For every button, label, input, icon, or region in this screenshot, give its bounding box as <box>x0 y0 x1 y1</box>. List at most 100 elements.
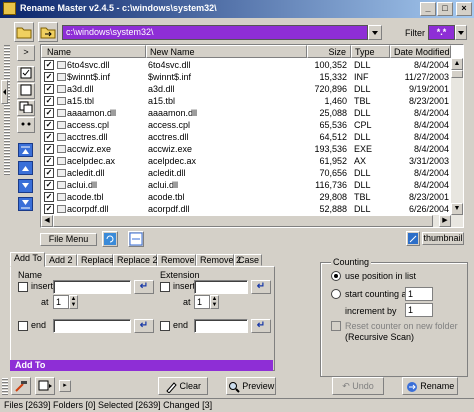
close-button[interactable]: × <box>456 2 472 16</box>
check-all-button[interactable] <box>17 66 35 82</box>
extension-at-spinner[interactable]: ▲ ▼ <box>210 295 219 309</box>
filter-field[interactable]: *.* <box>428 25 455 40</box>
extension-end-apply-button[interactable]: ↵ <box>251 319 271 333</box>
tab-remove-2[interactable]: Remove 2 <box>196 254 241 266</box>
table-row[interactable]: ✓ aaaamon.dll aaaamon.dll 25,088 DLL 8/4/2004 <box>41 107 451 119</box>
row-checkbox[interactable]: ✓ <box>44 72 54 82</box>
maximize-button[interactable]: □ <box>437 2 453 16</box>
table-row[interactable]: ✓ $winnt$.inf $winnt$.inf 15,332 INF 11/27/20… <box>41 71 451 83</box>
name-end-apply-button[interactable]: ↵ <box>134 319 154 333</box>
name-at-spinner[interactable]: ▲ ▼ <box>69 295 78 309</box>
table-row[interactable]: ✓ a3d.dll a3d.dll 720,896 DLL 9/19/2001 <box>41 83 451 95</box>
row-checkbox[interactable]: ✓ <box>44 156 54 166</box>
select-options-button[interactable] <box>128 231 144 247</box>
toggle-button[interactable] <box>17 117 35 133</box>
name-at-input[interactable]: 1 <box>53 295 69 309</box>
row-checkbox[interactable]: ✓ <box>44 144 54 154</box>
horizontal-scrollbar[interactable]: ◀ ▶ <box>41 215 451 227</box>
tab-remove[interactable]: Remove <box>157 254 196 266</box>
row-checkbox[interactable]: ✓ <box>44 192 54 202</box>
vertical-scrollbar[interactable]: ▲ ▼ <box>451 58 463 227</box>
thumbnail-toggle[interactable] <box>406 231 420 246</box>
clear-button[interactable]: Clear <box>158 377 208 395</box>
name-insert-input[interactable] <box>53 280 131 294</box>
move-up-button[interactable] <box>18 161 33 175</box>
extension-insert-input[interactable] <box>194 280 248 294</box>
left-toolbar-gripper[interactable] <box>4 45 10 175</box>
refresh-button[interactable] <box>102 231 118 247</box>
row-checkbox[interactable]: ✓ <box>44 108 54 118</box>
scroll-up-button[interactable]: ▲ <box>451 58 463 70</box>
file-menu-button[interactable]: File Menu <box>40 233 97 246</box>
row-checkbox[interactable]: ✓ <box>44 84 54 94</box>
scroll-down-button[interactable]: ▼ <box>451 203 463 215</box>
row-checkbox[interactable]: ✓ <box>44 96 54 106</box>
tools-button[interactable] <box>11 377 31 395</box>
tab-add-2[interactable]: Add 2 <box>45 254 77 266</box>
name-insert-apply-button[interactable]: ↵ <box>134 280 154 294</box>
move-toolbar-button[interactable]: ▸ <box>59 380 71 392</box>
table-row[interactable]: ✓ a15.tbl a15.tbl 1,460 TBL 8/23/2001 <box>41 95 451 107</box>
extension-at-input[interactable]: 1 <box>194 295 210 309</box>
tab-replace[interactable]: Replace <box>77 254 114 266</box>
tab-replace-2[interactable]: Replace 2 <box>113 254 158 266</box>
title-bar[interactable]: Rename Master v2.4.5 - c:\windows\system… <box>0 0 474 18</box>
bottom-toolbar-gripper[interactable] <box>2 377 8 395</box>
table-row[interactable]: ✓ acledit.dll acledit.dll 70,656 DLL 8/4/2004 <box>41 167 451 179</box>
move-top-button[interactable] <box>18 143 33 157</box>
thumbnail-button[interactable]: thumbnail <box>422 232 464 245</box>
uncheck-all-button[interactable] <box>17 83 35 99</box>
use-position-radio[interactable] <box>331 271 341 281</box>
open-folder-button[interactable] <box>14 22 34 42</box>
column-header-type[interactable]: Type <box>351 45 390 58</box>
tab-case[interactable]: Case <box>234 254 262 266</box>
path-dropdown-button[interactable] <box>368 25 382 40</box>
name-insert-checkbox[interactable] <box>18 282 28 292</box>
extension-insert-apply-button[interactable]: ↵ <box>251 280 271 294</box>
table-row[interactable]: ✓ 6to4svc.dll 6to4svc.dll 100,352 DLL 8/4/200… <box>41 59 451 71</box>
column-header-name[interactable]: Name <box>41 45 146 58</box>
table-row[interactable]: ✓ accwiz.exe accwiz.exe 193,536 EXE 8/4/2004 <box>41 143 451 155</box>
row-checkbox[interactable]: ✓ <box>44 132 54 142</box>
start-counting-radio[interactable] <box>331 289 341 299</box>
rename-button[interactable]: Rename <box>402 377 458 395</box>
increment-input[interactable]: 1 <box>405 303 433 317</box>
horizontal-scroll-thumb[interactable] <box>53 215 433 227</box>
move-down-button[interactable] <box>18 179 33 193</box>
scroll-right-button[interactable]: ▶ <box>439 215 451 227</box>
table-row[interactable]: ✓ acorpdf.dll acorpdf.dll 52,888 DLL 6/26/200… <box>41 203 451 215</box>
scroll-left-button[interactable]: ◀ <box>41 215 53 227</box>
row-checkbox[interactable]: ✓ <box>44 204 54 214</box>
minimize-button[interactable]: _ <box>420 2 436 16</box>
row-checkbox[interactable]: ✓ <box>44 168 54 178</box>
column-header-date[interactable]: Date Modified <box>390 45 451 58</box>
left-panel-toggle[interactable] <box>1 80 8 104</box>
reset-counter-checkbox[interactable] <box>331 321 341 331</box>
table-row[interactable]: ✓ aclui.dll aclui.dll 116,736 DLL 8/4/2004 <box>41 179 451 191</box>
path-field[interactable]: c:\windows\system32\ <box>62 25 368 40</box>
table-row[interactable]: ✓ acctres.dll acctres.dll 64,512 DLL 8/4/2004 <box>41 131 451 143</box>
column-header-size[interactable]: Size <box>307 45 351 58</box>
options-button[interactable] <box>35 377 55 395</box>
preview-button[interactable]: Preview <box>226 377 276 395</box>
file-list[interactable]: Name New Name Size Type Date Modified ✓ 6… <box>40 44 464 228</box>
extension-end-input[interactable] <box>194 319 248 333</box>
tab-add-to[interactable]: Add To <box>10 252 45 267</box>
extension-insert-checkbox[interactable] <box>160 282 170 292</box>
extension-end-checkbox[interactable] <box>160 321 170 331</box>
undo-button[interactable]: ↶ Undo <box>332 377 384 395</box>
name-end-input[interactable] <box>53 319 131 333</box>
column-header-new-name[interactable]: New Name <box>146 45 307 58</box>
vertical-scroll-thumb[interactable] <box>451 70 463 78</box>
start-counting-input[interactable]: 1 <box>405 287 433 301</box>
name-end-checkbox[interactable] <box>18 321 28 331</box>
table-row[interactable]: ✓ acode.tbl acode.tbl 29,808 TBL 8/23/2001 <box>41 191 451 203</box>
row-checkbox[interactable]: ✓ <box>44 180 54 190</box>
browse-folder-button[interactable] <box>38 22 58 42</box>
filter-dropdown-button[interactable] <box>455 25 467 40</box>
row-checkbox[interactable]: ✓ <box>44 60 54 70</box>
move-bottom-button[interactable] <box>18 197 33 211</box>
expand-button[interactable]: > <box>17 45 35 61</box>
table-row[interactable]: ✓ acelpdec.ax acelpdec.ax 61,952 AX 3/31/2003 <box>41 155 451 167</box>
invert-selection-button[interactable] <box>17 100 35 116</box>
